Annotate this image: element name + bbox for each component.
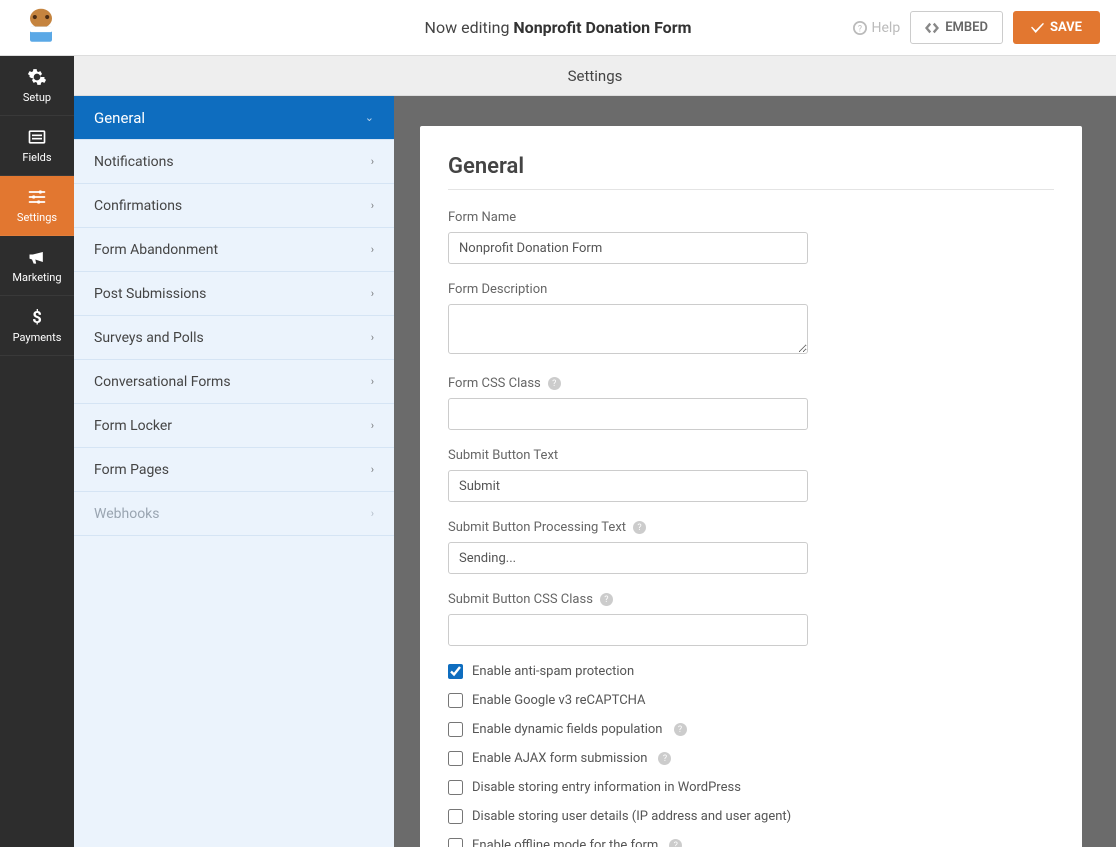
form-desc-label: Form Description [448,282,1054,297]
chevron-right-icon: › [371,375,374,388]
megaphone-icon [27,247,47,267]
subnav-item-post-submissions[interactable]: Post Submissions › [74,272,394,316]
help-icon[interactable]: ? [600,593,613,606]
chevron-down-icon: ⌄ [365,111,374,124]
topbar: Now editing Nonprofit Donation Form ? He… [0,0,1116,56]
settings-subnav: General⌄Notifications›Confirmations›Form… [74,96,394,847]
check-row: Enable Google v3 reCAPTCHA [448,693,1054,708]
subnav-label: Notifications [94,154,174,170]
subnav-label: Form Pages [94,462,169,478]
save-button[interactable]: SAVE [1013,11,1100,44]
panel-heading: General [448,154,1054,179]
subnav-label: Form Locker [94,418,172,434]
check-row: Enable AJAX form submission? [448,751,1054,766]
chevron-right-icon: › [371,243,374,256]
chevron-right-icon: › [371,463,374,476]
subnav-item-form-pages[interactable]: Form Pages › [74,448,394,492]
form-icon [27,127,47,147]
checkbox[interactable] [448,722,463,737]
general-panel: General Form Name Form Description Form … [420,126,1082,847]
check-row: Enable offline mode for the form? [448,838,1054,847]
svg-text:?: ? [857,24,861,34]
check-row: Disable storing entry information in Wor… [448,780,1054,795]
form-name-label: Form Name [448,210,1054,225]
chevron-right-icon: › [371,507,374,520]
tab-title: Settings [74,56,1116,96]
submit-css-label: Submit Button CSS Class? [448,592,1054,607]
check-label: Enable AJAX form submission [472,751,647,766]
svg-text:$: $ [32,309,42,327]
subnav-label: General [94,109,145,127]
subnav-item-notifications[interactable]: Notifications › [74,140,394,184]
submit-text-label: Submit Button Text [448,448,1054,463]
help-icon[interactable]: ? [633,521,646,534]
rail-setup[interactable]: Setup [0,56,74,116]
check-icon [1031,22,1044,33]
check-label: Enable dynamic fields population [472,722,663,737]
chevron-right-icon: › [371,419,374,432]
checkbox[interactable] [448,809,463,824]
checkbox[interactable] [448,664,463,679]
code-icon [925,22,939,34]
chevron-right-icon: › [371,287,374,300]
help-icon[interactable]: ? [669,839,682,847]
check-row: Disable storing user details (IP address… [448,809,1054,824]
chevron-right-icon: › [371,199,374,212]
subnav-item-form-locker[interactable]: Form Locker › [74,404,394,448]
submit-css-input[interactable] [448,614,808,646]
check-row: Enable anti-spam protection [448,664,1054,679]
check-row: Enable dynamic fields population? [448,722,1054,737]
subnav-item-confirmations[interactable]: Confirmations › [74,184,394,228]
help-icon[interactable]: ? [674,723,687,736]
icon-rail: Setup Fields Settings Marketing $ Paymen… [0,56,74,847]
checkbox[interactable] [448,751,463,766]
embed-button[interactable]: EMBED [910,11,1003,44]
check-label: Enable offline mode for the form [472,838,658,847]
chevron-right-icon: › [371,155,374,168]
dollar-icon: $ [27,307,47,327]
subnav-label: Post Submissions [94,286,206,302]
checkbox[interactable] [448,693,463,708]
submit-proc-input[interactable] [448,542,808,574]
submit-proc-label: Submit Button Processing Text? [448,520,1054,535]
checkbox[interactable] [448,780,463,795]
checkbox[interactable] [448,838,463,847]
rail-settings[interactable]: Settings [0,176,74,236]
css-class-label: Form CSS Class? [448,376,1054,391]
help-icon[interactable]: ? [658,752,671,765]
rail-marketing[interactable]: Marketing [0,236,74,296]
help-icon[interactable]: ? [548,377,561,390]
gear-icon [27,67,47,87]
sliders-icon [27,187,47,207]
check-label: Disable storing entry information in Wor… [472,780,741,795]
app-logo [16,3,66,53]
subnav-item-general[interactable]: General ⌄ [74,96,394,140]
subnav-item-form-abandonment[interactable]: Form Abandonment › [74,228,394,272]
subnav-item-webhooks[interactable]: Webhooks › [74,492,394,536]
help-link[interactable]: ? Help [853,20,901,36]
chevron-right-icon: › [371,331,374,344]
subnav-item-surveys-and-polls[interactable]: Surveys and Polls › [74,316,394,360]
subnav-label: Webhooks [94,506,160,522]
check-label: Enable Google v3 reCAPTCHA [472,693,646,708]
form-desc-input[interactable] [448,304,808,354]
subnav-item-conversational-forms[interactable]: Conversational Forms › [74,360,394,404]
subnav-label: Conversational Forms [94,374,231,390]
subnav-label: Form Abandonment [94,242,218,258]
subnav-label: Confirmations [94,198,182,214]
check-label: Enable anti-spam protection [472,664,634,679]
rail-fields[interactable]: Fields [0,116,74,176]
subnav-label: Surveys and Polls [94,330,204,346]
css-class-input[interactable] [448,398,808,430]
submit-text-input[interactable] [448,470,808,502]
rail-payments[interactable]: $ Payments [0,296,74,356]
form-name-input[interactable] [448,232,808,264]
check-label: Disable storing user details (IP address… [472,809,791,824]
